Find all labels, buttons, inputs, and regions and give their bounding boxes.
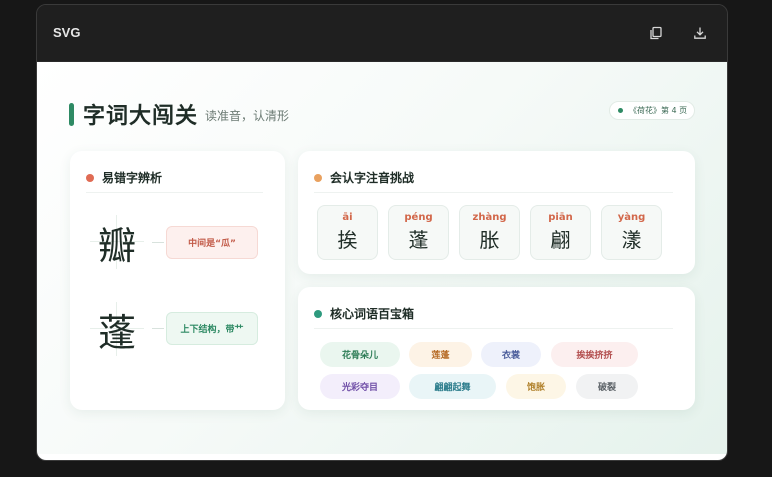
char-grid-box: 蓬	[90, 302, 144, 356]
card-title: 易错字辨析	[102, 171, 163, 185]
title-accent-bar	[69, 103, 74, 126]
card-header: 会认字注音挑战	[314, 169, 414, 186]
svg-preview-window: SVG 字词大闯关 读准音，认清形 《荷花》第 4 页 易错字辨析 瓣 中间是“…	[36, 4, 728, 461]
pinyin-tile[interactable]: yàng 漾	[601, 205, 662, 260]
page-subtitle: 读准音，认清形	[205, 109, 290, 123]
pinyin-text: āi	[342, 212, 353, 223]
lesson-dot-icon	[618, 108, 623, 113]
pinyin-text: piān	[548, 212, 573, 223]
pinyin-char: 胀	[479, 228, 500, 252]
download-icon[interactable]	[691, 24, 709, 42]
pinyin-text: yàng	[617, 212, 646, 223]
pinyin-text: zhàng	[472, 212, 507, 223]
lesson-label: 《荷花》第 4 页	[629, 106, 688, 115]
page-title: 字词大闯关	[83, 104, 199, 129]
pinyin-tile[interactable]: zhàng 胀	[459, 205, 520, 260]
connector-line	[152, 242, 164, 243]
card-divider	[86, 192, 263, 193]
window-titlebar: SVG	[37, 5, 727, 62]
pinyin-tile[interactable]: piān 翩	[530, 205, 591, 260]
word-tag[interactable]: 衣裳	[481, 342, 541, 367]
word-tag[interactable]: 莲蓬	[409, 342, 472, 367]
pinyin-char: 挨	[337, 228, 358, 252]
canvas-bottom-strip	[37, 454, 727, 460]
pinyin-challenge-card: 会认字注音挑战 āi 挨 péng 蓬 zhàng 胀 piān 翩 yàng …	[298, 151, 695, 274]
word-tag[interactable]: 挨挨挤挤	[551, 342, 638, 367]
card-header: 易错字辨析	[86, 169, 162, 186]
pinyin-tile[interactable]: āi 挨	[317, 205, 378, 260]
card-divider	[314, 192, 673, 193]
confusing-char: 瓣	[97, 223, 136, 268]
connector-line	[152, 328, 164, 329]
lesson-badge: 《荷花》第 4 页	[609, 101, 695, 120]
orange-dot-icon	[314, 173, 322, 182]
word-tag[interactable]: 花骨朵儿	[320, 342, 400, 367]
word-tag[interactable]: 光彩夺目	[320, 374, 400, 399]
card-title: 核心词语百宝箱	[330, 307, 415, 321]
svg-canvas: 字词大闯关 读准音，认清形 《荷花》第 4 页 易错字辨析 瓣 中间是“瓜” 蓬	[37, 62, 727, 454]
word-treasure-card: 核心词语百宝箱 花骨朵儿 莲蓬 衣裳 挨挨挤挤 光彩夺目 翩翩起舞 饱胀 破裂	[298, 287, 695, 410]
window-title: SVG	[53, 25, 81, 40]
word-tag[interactable]: 破裂	[576, 374, 638, 399]
pinyin-text: péng	[404, 212, 433, 223]
word-tag[interactable]: 翩翩起舞	[409, 374, 496, 399]
red-dot-icon	[86, 173, 94, 182]
card-header: 核心词语百宝箱	[314, 305, 414, 322]
pinyin-char: 蓬	[408, 228, 429, 252]
word-tag[interactable]: 饱胀	[506, 374, 566, 399]
confusing-char: 蓬	[97, 310, 136, 355]
pinyin-char: 翩	[550, 228, 571, 252]
pinyin-char: 漾	[621, 228, 642, 252]
char-note: 上下结构，带艹	[166, 312, 258, 345]
char-note: 中间是“瓜”	[166, 226, 258, 259]
confusing-chars-card: 易错字辨析 瓣 中间是“瓜” 蓬 上下结构，带艹	[70, 151, 285, 410]
card-divider	[314, 328, 673, 329]
teal-dot-icon	[314, 309, 322, 318]
copy-icon[interactable]	[647, 24, 665, 42]
char-grid-box: 瓣	[90, 215, 144, 269]
card-title: 会认字注音挑战	[330, 171, 415, 185]
pinyin-tile[interactable]: péng 蓬	[388, 205, 449, 260]
